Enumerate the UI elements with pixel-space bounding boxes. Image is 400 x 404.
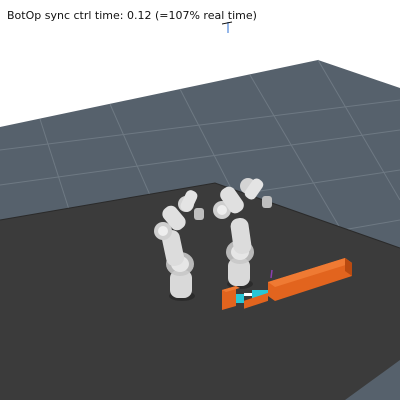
crosshair-icon [222,21,233,33]
status-text: BotOp sync ctrl time: 0.12 (=107% real t… [7,9,257,22]
3d-viewport[interactable]: BotOp sync ctrl time: 0.12 (=107% real t… [0,0,400,401]
scene-canvas [0,59,400,401]
